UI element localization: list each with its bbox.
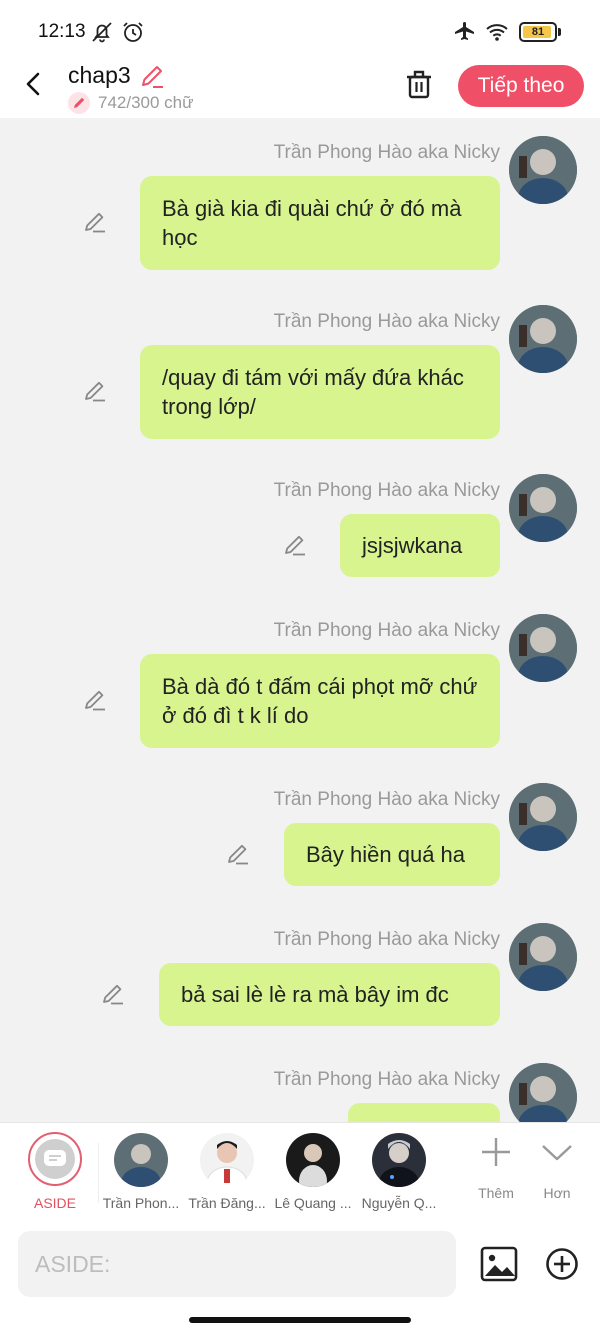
avatar[interactable] [509, 614, 577, 682]
avatar[interactable] [509, 1063, 577, 1122]
alarm-icon [123, 22, 143, 42]
word-count-pencil-icon [68, 92, 90, 114]
character-avatar[interactable] [200, 1133, 254, 1187]
bell-off-icon [92, 22, 112, 43]
status-time: 12:13 [38, 21, 86, 42]
editor-header: chap3 742/300 chữ Tiếp theo [0, 60, 600, 118]
message-bubble[interactable]: Bà dà đó t đấm cái phọt mỡ chứ ở đó đì t… [140, 654, 500, 748]
character-strip: ASIDE Trần Phon... Trần Đăng... Lê Quang… [0, 1122, 600, 1220]
message-bubble[interactable]: bả sai lè lè ra mà bây im đc [159, 963, 500, 1026]
add-character-icon[interactable] [479, 1135, 513, 1169]
more-label[interactable]: Thêm [466, 1185, 526, 1201]
composer [0, 1220, 600, 1333]
status-bar: 12:13 81 [0, 0, 600, 60]
aside-chat-icon [35, 1139, 75, 1179]
character-label: Trần Phon... [102, 1195, 180, 1211]
edit-message-icon[interactable] [100, 981, 126, 1007]
sender-name: Trần Phong Hào aka Nicky [273, 789, 500, 810]
message-bubble[interactable]: jsjsjwkana [340, 514, 500, 577]
aside-label: ASIDE [33, 1195, 76, 1211]
strip-divider [98, 1143, 99, 1203]
avatar[interactable] [509, 136, 577, 204]
add-circle-icon[interactable] [545, 1247, 579, 1281]
sender-name: Trần Phong Hào aka Nicky [273, 311, 500, 332]
back-arrow-icon[interactable] [20, 70, 48, 98]
airplane-icon [455, 22, 474, 40]
avatar[interactable] [509, 474, 577, 542]
battery-level: 81 [531, 26, 545, 38]
message-bubble[interactable] [348, 1103, 500, 1122]
character-avatar[interactable] [372, 1133, 426, 1187]
character-avatar[interactable] [114, 1133, 168, 1187]
less-label[interactable]: Hơn [527, 1185, 587, 1201]
character-label: Nguyễn Q... [361, 1195, 437, 1211]
edit-message-icon[interactable] [82, 687, 108, 713]
message-bubble[interactable]: Bà già kia đi quài chứ ở đó mà học [140, 176, 500, 270]
trash-icon[interactable] [404, 68, 434, 100]
avatar[interactable] [509, 923, 577, 991]
battery-icon: 81 [519, 22, 557, 42]
message-input[interactable] [18, 1231, 456, 1297]
message-bubble[interactable]: /quay đi tám với mấy đứa khác trong lớp/ [140, 345, 500, 439]
sender-name: Trần Phong Hào aka Nicky [273, 480, 500, 501]
word-count: 742/300 chữ [98, 93, 194, 112]
sender-name: Trần Phong Hào aka Nicky [273, 142, 500, 163]
message-bubble[interactable]: Bây hiền quá ha [284, 823, 500, 886]
character-avatar[interactable] [286, 1133, 340, 1187]
character-label: Lê Quang ... [274, 1195, 352, 1211]
edit-title-pencil-icon[interactable] [138, 62, 166, 90]
sender-name: Trần Phong Hào aka Nicky [273, 620, 500, 641]
edit-message-icon[interactable] [82, 209, 108, 235]
home-indicator[interactable] [189, 1317, 411, 1323]
edit-message-icon[interactable] [225, 841, 251, 867]
chat-area: Trần Phong Hào aka Nicky Bà già kia đi q… [0, 120, 600, 1122]
character-label: Trần Đăng... [188, 1195, 266, 1211]
sender-name: Trần Phong Hào aka Nicky [273, 1069, 500, 1090]
chevron-down-icon[interactable] [540, 1135, 574, 1169]
avatar[interactable] [509, 783, 577, 851]
edit-message-icon[interactable] [282, 532, 308, 558]
aside-button[interactable] [28, 1132, 82, 1186]
battery-tip [558, 28, 561, 36]
sender-name: Trần Phong Hào aka Nicky [273, 929, 500, 950]
wifi-icon [486, 24, 508, 41]
chapter-title[interactable]: chap3 [68, 62, 131, 89]
avatar[interactable] [509, 305, 577, 373]
image-icon[interactable] [480, 1246, 518, 1282]
edit-message-icon[interactable] [82, 378, 108, 404]
next-button[interactable]: Tiếp theo [458, 65, 584, 107]
